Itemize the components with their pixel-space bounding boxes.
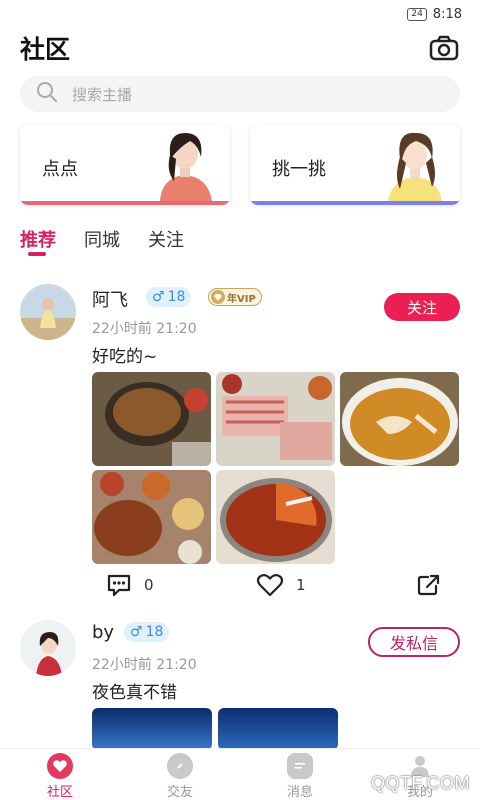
- message-icon: [287, 753, 313, 779]
- gender-age-badge: ♂ 18: [124, 622, 170, 642]
- post-time: 22小时前 21:20: [92, 657, 197, 673]
- tabbar-item-messages[interactable]: 消息: [240, 749, 360, 800]
- community-icon: [47, 753, 73, 779]
- tabbar-label: 消息: [286, 785, 313, 800]
- tabbar-item-community[interactable]: 社区: [0, 749, 120, 800]
- male-icon: ♂: [130, 624, 143, 640]
- post-username[interactable]: by: [92, 622, 114, 643]
- tabbar-label: 社区: [46, 785, 73, 800]
- tabbar-label: 交友: [166, 785, 193, 800]
- tabbar-item-friends[interactable]: 交友: [120, 749, 240, 800]
- post-card: by ♂ 18 发私信 22小时前 21:20 夜色真不错: [0, 0, 480, 750]
- age-value: 18: [145, 624, 164, 640]
- send-message-button[interactable]: 发私信: [368, 627, 460, 657]
- post-photo[interactable]: [92, 708, 212, 750]
- avatar[interactable]: [20, 620, 76, 676]
- compass-icon: [167, 753, 193, 779]
- post-photo[interactable]: [218, 708, 338, 750]
- watermark: QQTF.COM: [371, 773, 470, 793]
- post-text: 夜色真不错: [92, 683, 177, 703]
